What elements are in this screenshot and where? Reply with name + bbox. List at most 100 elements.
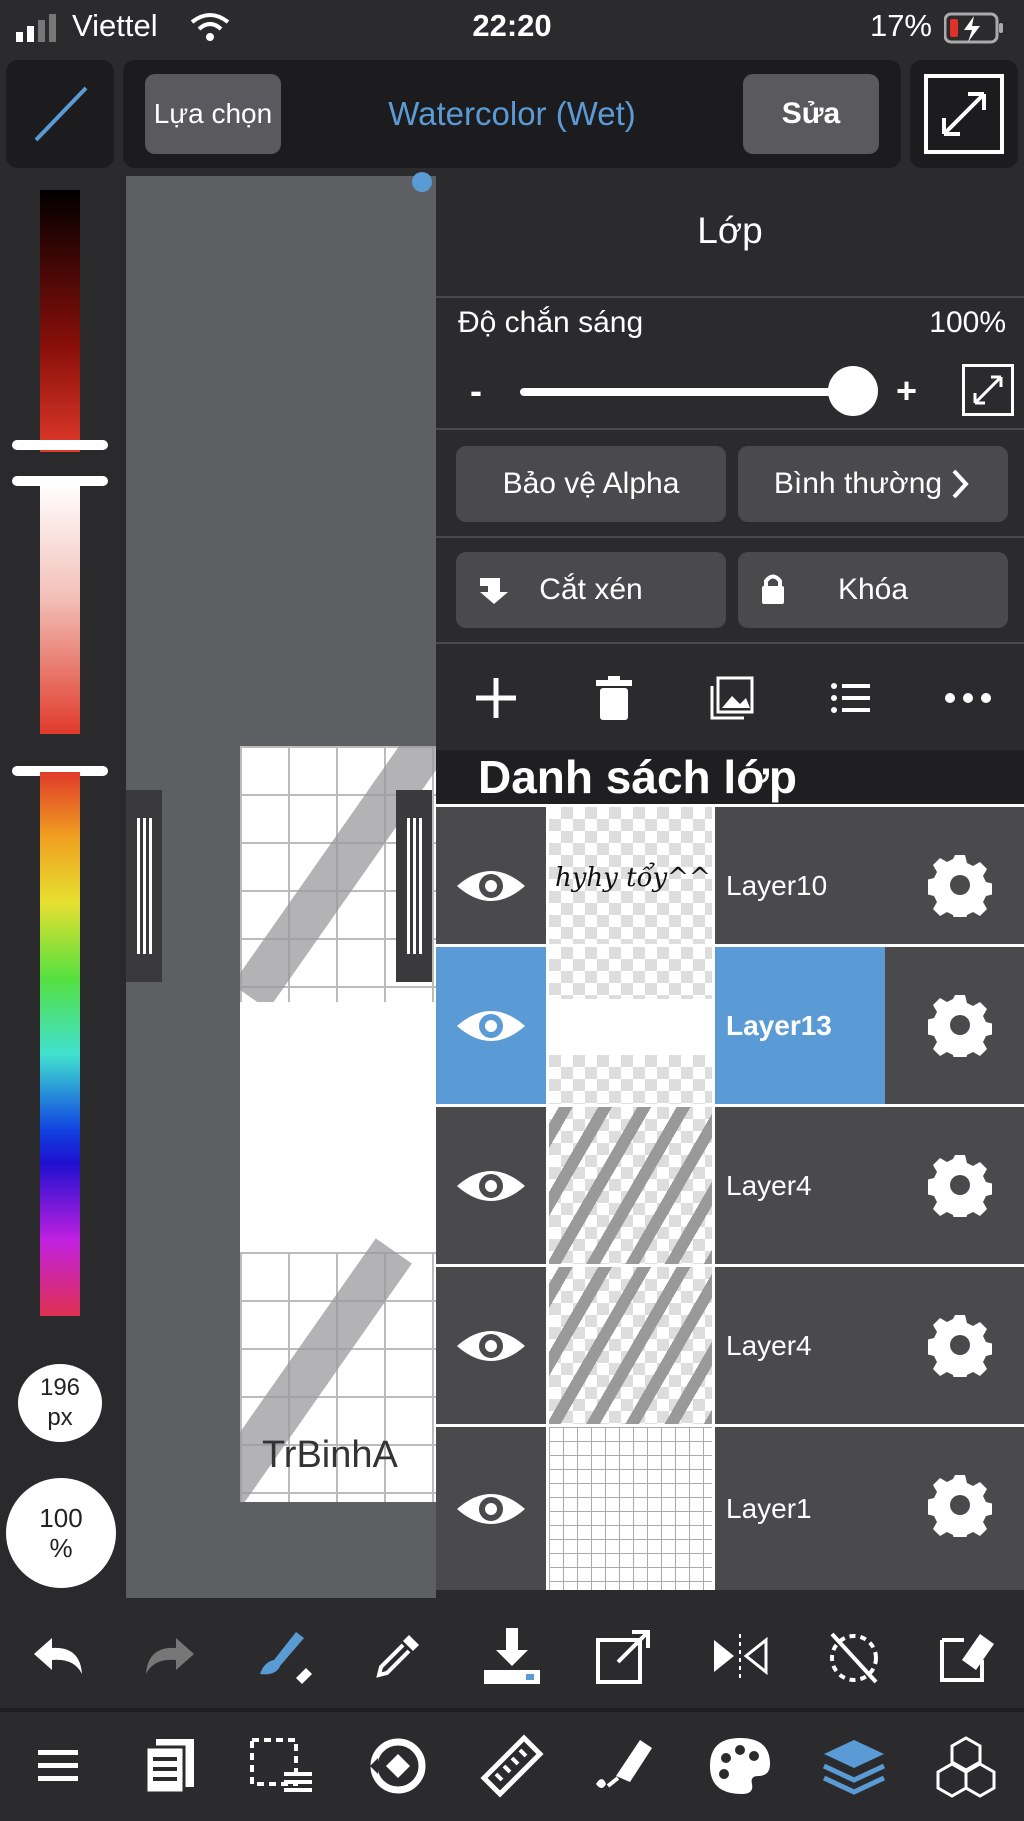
layers-button[interactable] <box>822 1734 886 1798</box>
shade-bar[interactable] <box>40 190 80 452</box>
gear-icon[interactable] <box>928 1313 992 1377</box>
palette-button[interactable] <box>708 1734 772 1798</box>
layers-icon <box>822 1740 886 1795</box>
brush-tool-button[interactable] <box>250 1624 314 1688</box>
edit-button[interactable]: Sửa <box>743 74 879 154</box>
ruler-icon <box>480 1734 544 1798</box>
brush-name[interactable]: Watercolor (Wet) <box>300 74 724 154</box>
left-panel-handle[interactable] <box>126 790 162 982</box>
brush-opacity-button[interactable]: 100 % <box>6 1478 116 1588</box>
layer-name: Layer1 <box>726 1492 812 1524</box>
alpha-protect-button[interactable]: Bảo vệ Alpha <box>456 446 726 522</box>
delete-layer-button[interactable] <box>584 670 644 726</box>
thumb-stripes <box>549 1267 712 1424</box>
transform-button[interactable] <box>592 1624 656 1688</box>
expand-button[interactable] <box>962 364 1014 416</box>
hue-bar[interactable] <box>40 772 80 1316</box>
visibility-toggle[interactable] <box>436 1107 549 1264</box>
brush-tool-icon <box>260 1632 312 1684</box>
thumb-text: hyhy tổy^^ <box>555 863 711 893</box>
layer-opacity-label: Độ chắn sáng <box>458 306 644 339</box>
grip-line <box>419 818 422 954</box>
selection-icon <box>250 1738 312 1792</box>
opacity-minus-button[interactable]: - <box>470 370 482 412</box>
layer-list-header: Danh sách lớp <box>436 750 1024 804</box>
image-layer-button[interactable] <box>702 670 762 726</box>
more-button[interactable] <box>938 670 998 726</box>
selection-button[interactable] <box>250 1734 314 1798</box>
gear-icon[interactable] <box>928 1153 992 1217</box>
gear-icon[interactable] <box>928 853 992 917</box>
pen-line-icon <box>34 86 88 142</box>
brush-opacity-unit: % <box>49 1533 73 1563</box>
visibility-toggle[interactable] <box>436 947 549 1104</box>
divider <box>436 642 1024 644</box>
ruler-button[interactable] <box>480 1734 544 1798</box>
brush-size-unit: px <box>47 1404 73 1431</box>
layer-row[interactable]: hyhy tổy^^ Layer10 <box>436 804 1024 964</box>
fullscreen-button[interactable] <box>910 60 1018 168</box>
palette-icon <box>710 1738 770 1794</box>
clipping-button[interactable]: Cắt xén <box>456 552 726 628</box>
gear-icon[interactable] <box>928 1473 992 1537</box>
fill-icon <box>596 1740 652 1788</box>
layer-opacity-value: 100% <box>929 306 1006 339</box>
divider <box>436 536 1024 538</box>
layer-name: Layer4 <box>726 1169 812 1201</box>
visibility-toggle[interactable] <box>436 1427 549 1590</box>
layer-row[interactable]: Layer4 <box>436 1104 1024 1264</box>
layer-list-title: Danh sách lớp <box>478 751 797 803</box>
thumb-white-band <box>549 999 712 1055</box>
blend-mode-button[interactable]: Bình thường <box>738 446 1008 522</box>
add-layer-button[interactable] <box>466 670 526 726</box>
tint-bar[interactable] <box>40 484 80 734</box>
snap-button[interactable] <box>366 1734 430 1798</box>
fill-button[interactable] <box>592 1734 656 1798</box>
undo-icon <box>34 1638 82 1674</box>
divider <box>436 296 1024 298</box>
visibility-toggle[interactable] <box>436 807 549 964</box>
eyedropper-button[interactable] <box>366 1624 430 1688</box>
menu-icon <box>38 1750 78 1781</box>
lock-button[interactable]: Khóa <box>738 552 1008 628</box>
opacity-plus-button[interactable]: + <box>896 370 917 412</box>
redo-button[interactable] <box>138 1624 202 1688</box>
save-button[interactable] <box>480 1624 544 1688</box>
layer-list-button[interactable] <box>820 670 880 726</box>
rotate-reset-button[interactable] <box>822 1624 886 1688</box>
layer-name: Layer10 <box>726 869 828 901</box>
right-panel-handle[interactable] <box>396 790 432 982</box>
eraser-icon <box>940 1634 994 1682</box>
select-button[interactable]: Lựa chọn <box>145 74 281 154</box>
opacity-slider[interactable] <box>520 388 850 396</box>
eraser-button[interactable] <box>934 1624 998 1688</box>
materials-button[interactable] <box>934 1734 998 1798</box>
clip-arrow-icon <box>480 578 508 604</box>
layer-list-icon <box>831 683 870 713</box>
rotate-reset-icon <box>830 1632 878 1684</box>
brush-size-button[interactable]: 196 px <box>18 1364 102 1442</box>
shade-marker[interactable] <box>12 440 108 450</box>
art-watermark: TrBinhA <box>262 1434 398 1476</box>
menu-button[interactable] <box>26 1734 90 1798</box>
undo-button[interactable] <box>26 1624 90 1688</box>
materials-icon <box>936 1736 996 1798</box>
flip-button[interactable] <box>708 1624 772 1688</box>
grip-line <box>137 818 140 954</box>
download-icon <box>484 1628 540 1684</box>
visibility-toggle[interactable] <box>436 1267 549 1424</box>
layer-thumbnail <box>549 1107 715 1264</box>
lock-icon <box>762 574 784 604</box>
brush-opacity-value: 100 <box>39 1503 83 1533</box>
page-indicator-dot[interactable] <box>412 172 432 192</box>
brush-button[interactable] <box>6 60 114 168</box>
pages-button[interactable] <box>138 1734 202 1798</box>
flip-icon <box>714 1634 768 1678</box>
opacity-slider-thumb[interactable] <box>828 366 878 416</box>
gear-icon[interactable] <box>928 993 992 1057</box>
layer-thumbnail: hyhy tổy^^ <box>549 807 715 964</box>
layer-row[interactable]: Layer4 <box>436 1264 1024 1424</box>
layer-row[interactable]: Layer13 <box>436 944 1024 1104</box>
eye-icon <box>457 1330 525 1361</box>
layer-row[interactable]: Layer1 <box>436 1424 1024 1590</box>
